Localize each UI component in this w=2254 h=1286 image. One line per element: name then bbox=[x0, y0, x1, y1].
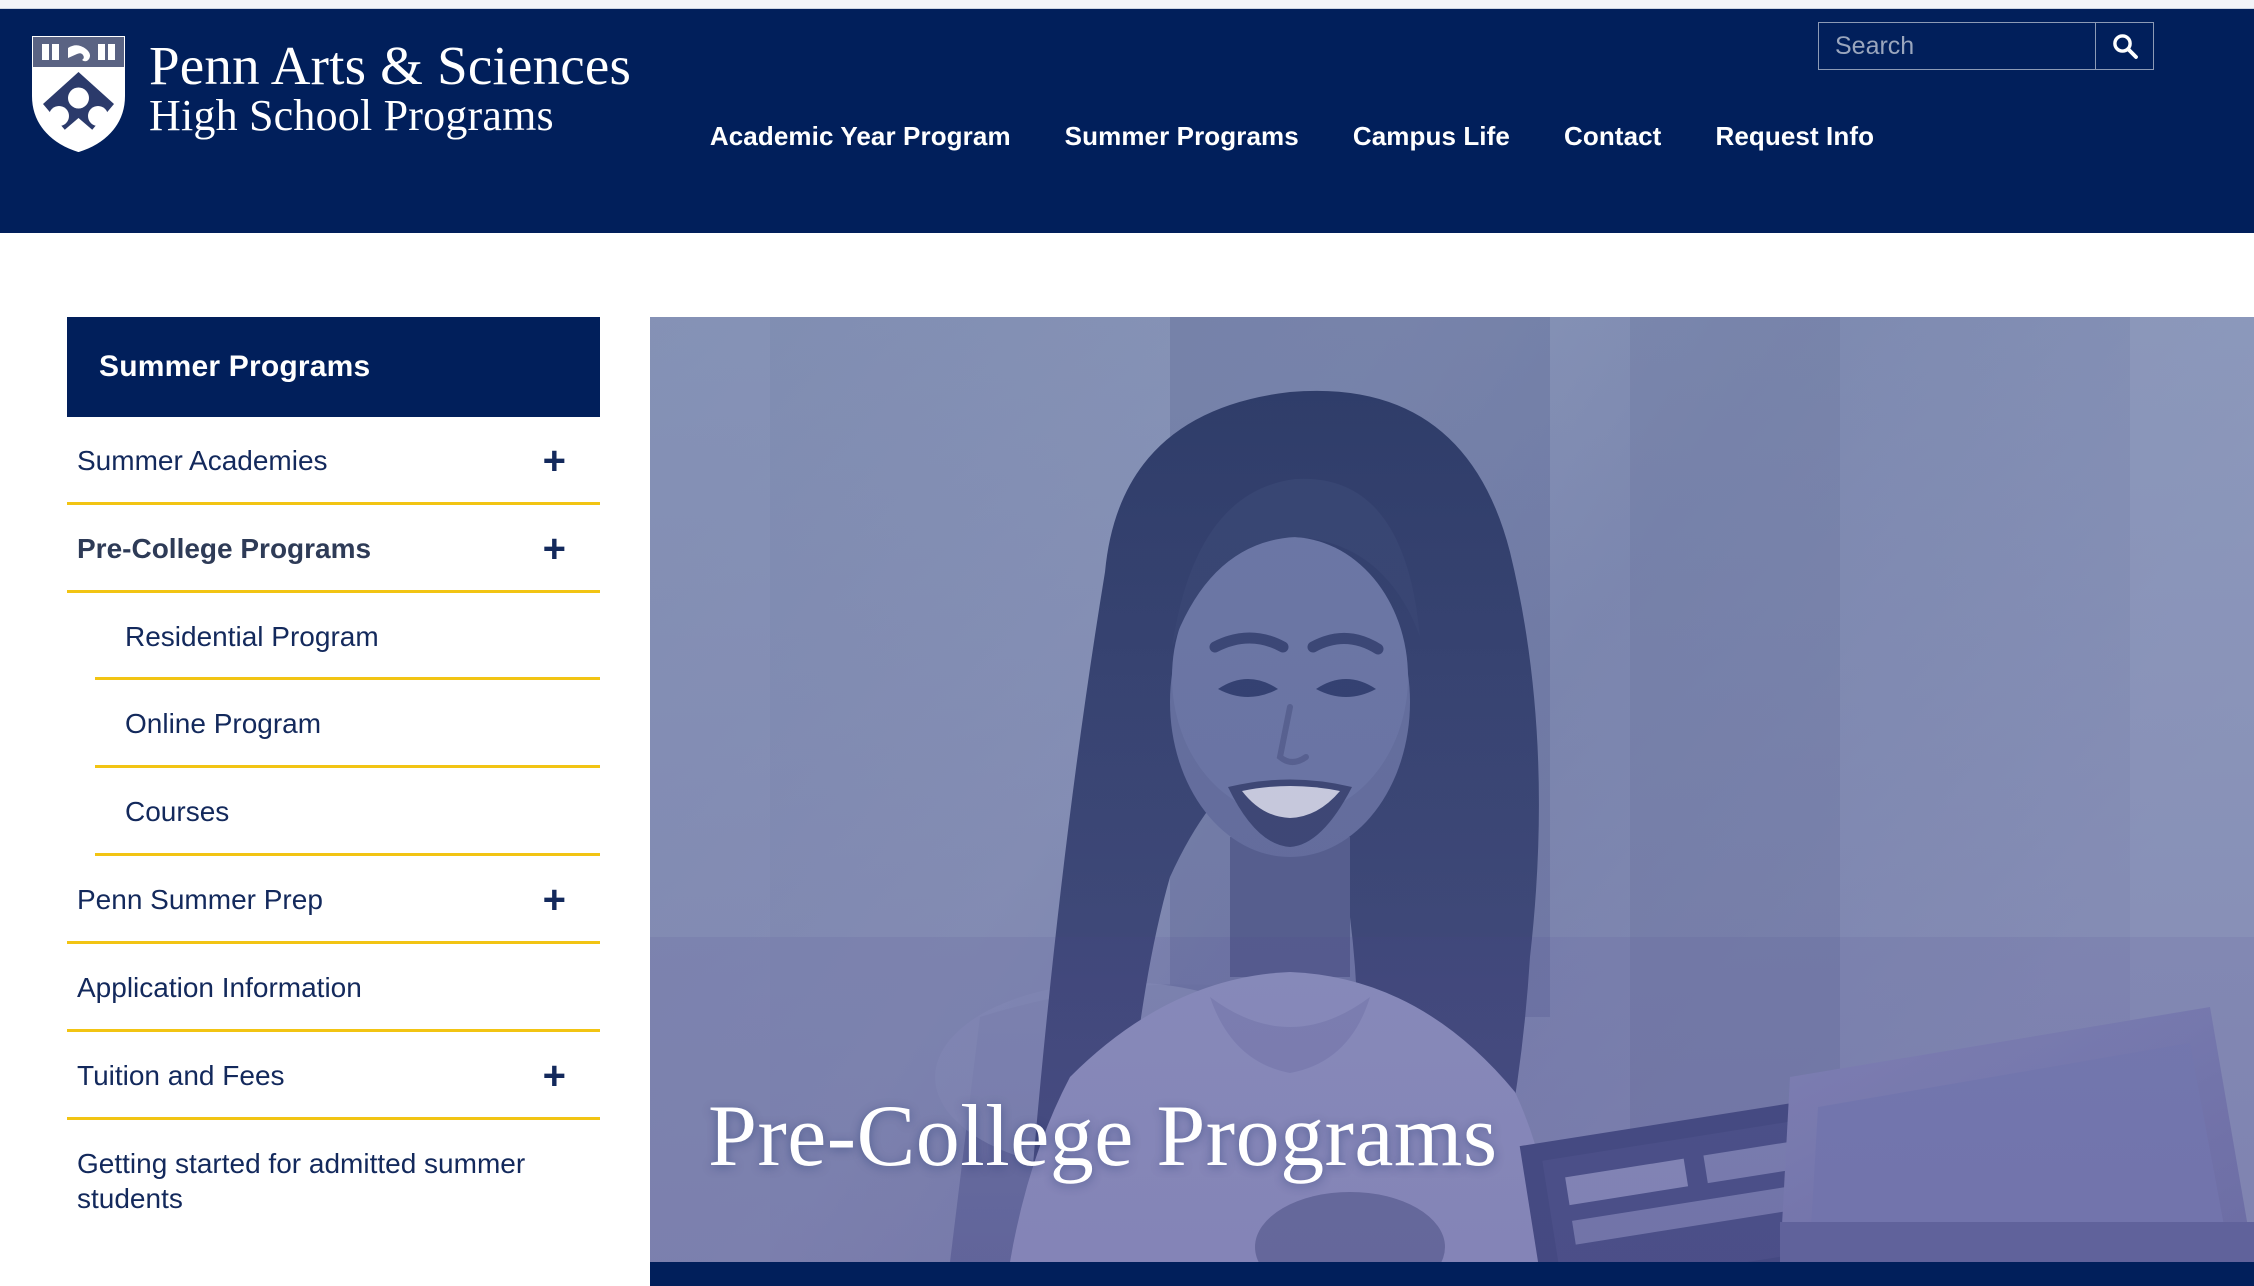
sidebar-item-summer-academies[interactable]: Summer Academies + bbox=[67, 417, 600, 505]
hero-title: Pre-College Programs bbox=[708, 1088, 1498, 1185]
sidebar-title: Summer Programs bbox=[67, 317, 600, 417]
nav-item-summer-programs[interactable]: Summer Programs bbox=[1065, 121, 1299, 152]
search-icon bbox=[2112, 34, 2138, 59]
brand-line-1: Penn Arts & Sciences bbox=[149, 35, 632, 96]
sidebar-item-label: Courses bbox=[125, 796, 230, 828]
nav-item-contact[interactable]: Contact bbox=[1564, 121, 1661, 152]
main-navigation: Academic Year Program Summer Programs Ca… bbox=[0, 121, 2254, 152]
section-sidebar: Summer Programs Summer Academies + Pre-C… bbox=[67, 317, 600, 1243]
search-box[interactable] bbox=[1818, 22, 2154, 70]
sidebar-item-label: Summer Academies bbox=[77, 445, 328, 476]
sidebar-item-penn-summer-prep[interactable]: Penn Summer Prep + bbox=[67, 856, 600, 944]
sidebar-item-tuition-and-fees[interactable]: Tuition and Fees + bbox=[67, 1032, 600, 1120]
sidebar-item-label: Application Information bbox=[77, 971, 362, 1003]
browser-chrome-strip bbox=[0, 0, 2254, 9]
sidebar-item-pre-college-programs[interactable]: Pre-College Programs + bbox=[67, 505, 600, 593]
plus-icon[interactable]: + bbox=[543, 441, 566, 481]
plus-icon[interactable]: + bbox=[543, 529, 566, 569]
sidebar-item-label: Residential Program bbox=[125, 620, 379, 652]
sidebar-item-label: Getting started for admitted summer stud… bbox=[77, 1147, 526, 1215]
sidebar-item-courses[interactable]: Courses bbox=[67, 768, 600, 857]
content-area: Summer Programs Summer Academies + Pre-C… bbox=[0, 233, 2254, 1286]
sidebar-item-online-program[interactable]: Online Program bbox=[67, 680, 600, 769]
search-submit-button[interactable] bbox=[2095, 23, 2153, 69]
plus-icon[interactable]: + bbox=[543, 880, 566, 920]
sidebar-item-label: Pre-College Programs bbox=[77, 532, 372, 564]
sidebar-item-label: Online Program bbox=[125, 708, 322, 740]
sidebar-item-label: Penn Summer Prep bbox=[77, 884, 323, 916]
hero-footer-bar bbox=[650, 1262, 2254, 1286]
sidebar-item-application-information[interactable]: Application Information bbox=[67, 944, 600, 1032]
sidebar-item-residential-program[interactable]: Residential Program bbox=[67, 593, 600, 681]
site-header: Penn Arts & Sciences High School Program… bbox=[0, 9, 2254, 233]
sidebar-item-label: Tuition and Fees bbox=[77, 1059, 285, 1091]
nav-item-academic-year-program[interactable]: Academic Year Program bbox=[710, 121, 1011, 152]
search-input[interactable] bbox=[1819, 23, 2095, 69]
page-root: Penn Arts & Sciences High School Program… bbox=[0, 0, 2254, 1286]
hero-banner: Pre-College Programs bbox=[650, 317, 2254, 1262]
nav-item-campus-life[interactable]: Campus Life bbox=[1353, 121, 1510, 152]
sidebar-item-getting-started[interactable]: Getting started for admitted summer stud… bbox=[67, 1120, 600, 1244]
nav-item-request-info[interactable]: Request Info bbox=[1715, 121, 1874, 152]
plus-icon[interactable]: + bbox=[543, 1056, 566, 1096]
